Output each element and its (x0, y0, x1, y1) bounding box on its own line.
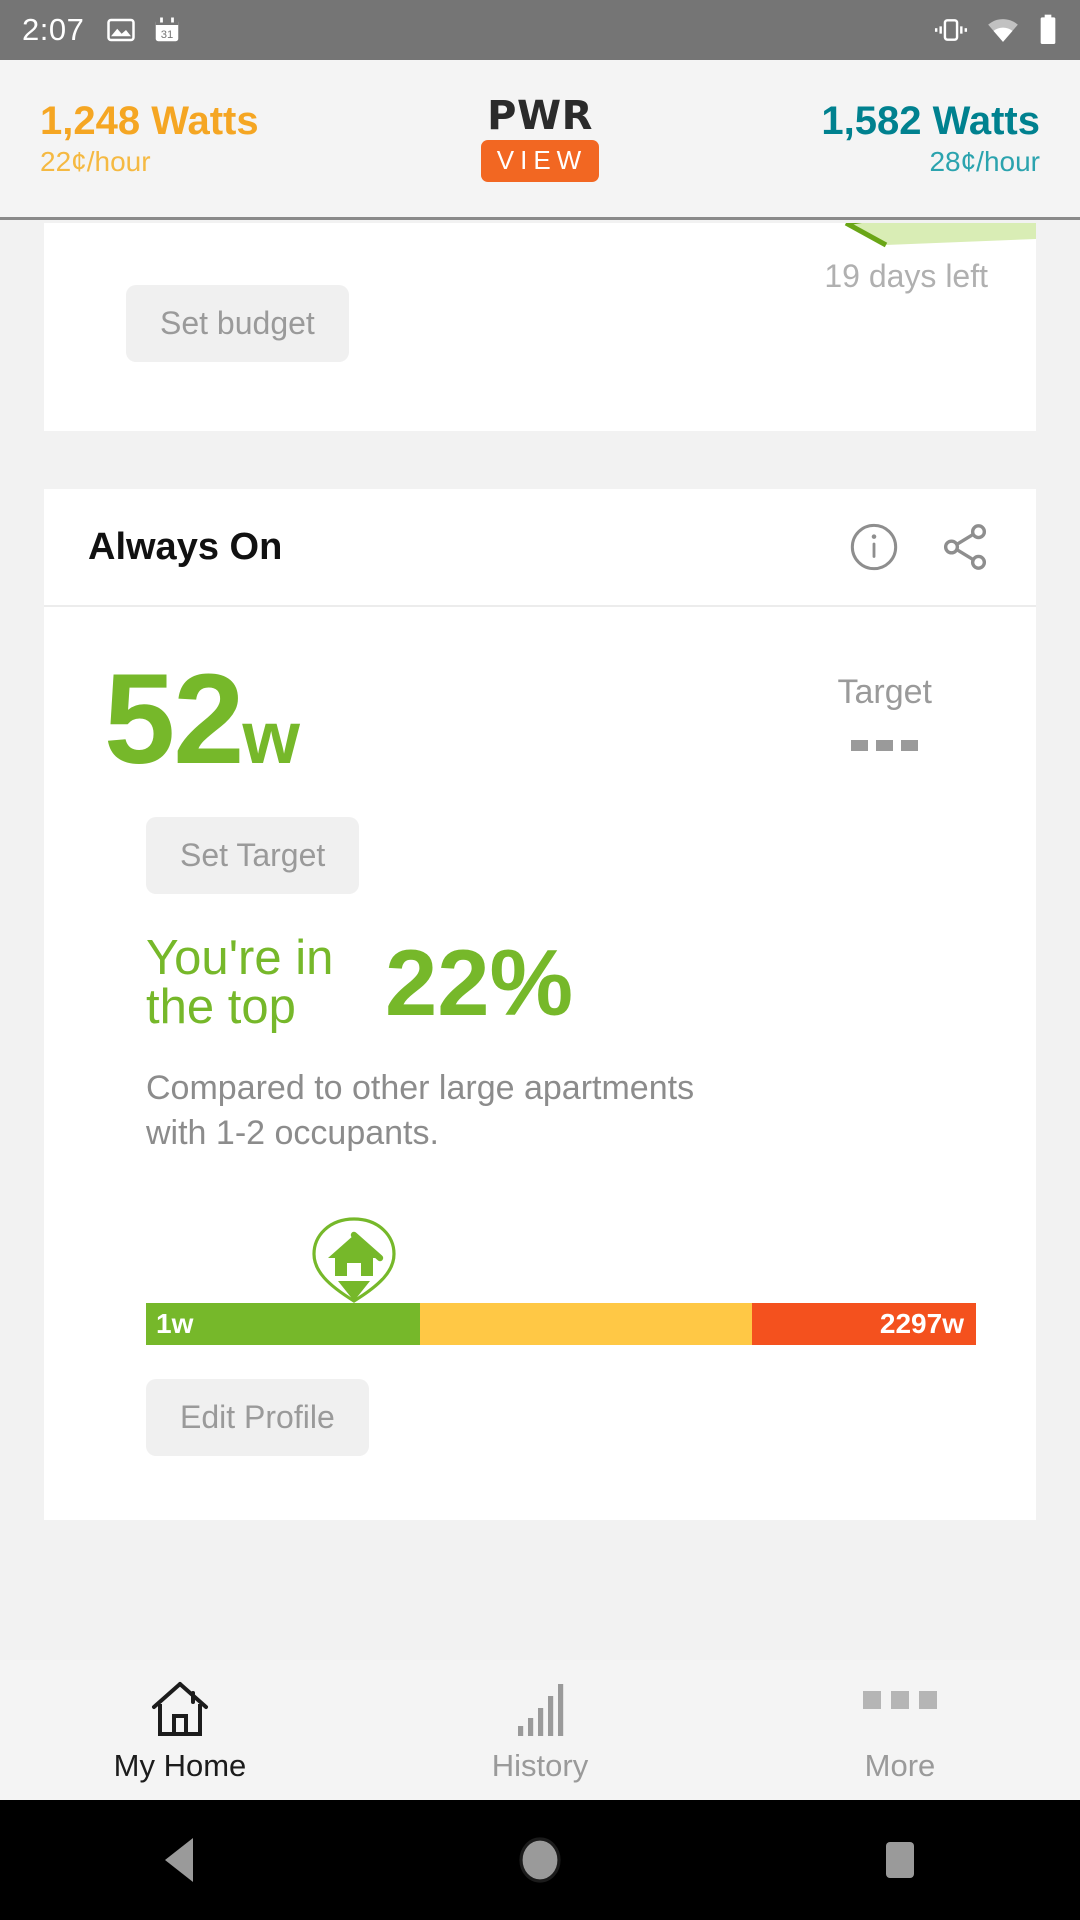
always-on-value-row: 52w Target (44, 607, 1036, 784)
logo-view-text: VIEW (481, 139, 599, 182)
more-dot (863, 1691, 881, 1709)
logo-pwr-text: PWR (487, 92, 593, 139)
bottom-navigation: My Home History More (0, 1660, 1080, 1800)
status-bar-clock: 2:07 (22, 12, 85, 47)
home-circle-icon (519, 1837, 561, 1883)
android-home-button[interactable] (360, 1834, 720, 1886)
target-block: Target (838, 659, 977, 751)
ranking-prefix-label: You're in the top (146, 930, 334, 1034)
recents-square-icon (886, 1842, 914, 1878)
nav-label-history: History (491, 1748, 589, 1783)
target-dash (851, 740, 869, 751)
target-label: Target (837, 673, 933, 711)
header-left-reading: 1,248 Watts 22¢/hour (40, 100, 259, 178)
battery-icon (1040, 14, 1056, 44)
status-bar-notification-icons: 31 (106, 15, 182, 45)
pwrview-logo: PWR VIEW (481, 96, 599, 182)
always-on-card: Always On 52w Target Set Target You're i… (44, 489, 1036, 1521)
bar-chart-icon (508, 1676, 572, 1740)
range-segment-medium (419, 1303, 752, 1346)
set-budget-button[interactable]: Set budget (126, 285, 349, 362)
comparison-description: Compared to other large apartments with … (146, 1068, 695, 1153)
nav-item-my-home[interactable]: My Home (0, 1660, 360, 1800)
android-back-button[interactable] (0, 1834, 360, 1886)
scroll-content[interactable]: 19 days left Set budget Always On 52w Ta… (0, 223, 1080, 1660)
status-bar-system-icons (934, 14, 1058, 46)
more-dot (919, 1691, 937, 1709)
share-icon[interactable] (938, 520, 992, 574)
more-dots-icon (863, 1676, 937, 1740)
svg-text:31: 31 (161, 29, 174, 41)
header-right-reading: 1,582 Watts 28¢/hour (821, 100, 1040, 178)
nav-item-more[interactable]: More (720, 1660, 1080, 1800)
set-target-button[interactable]: Set Target (146, 816, 360, 894)
vibrate-icon (934, 19, 968, 41)
nav-item-history[interactable]: History (360, 1660, 720, 1800)
budget-chart-clipped (736, 223, 1036, 263)
app-logo-wrap: PWR VIEW (259, 96, 822, 182)
always-on-title: Always On (88, 525, 283, 568)
header-right-rate: 28¢/hour (929, 145, 1040, 177)
usage-range-widget: 1w 2297w (44, 1213, 1036, 1346)
home-pin-marker (294, 1213, 414, 1304)
days-left-label: 19 days left (824, 258, 988, 294)
range-segment-low: 1w (146, 1303, 420, 1346)
android-recents-button[interactable] (720, 1836, 1080, 1884)
home-icon (148, 1676, 212, 1740)
target-value-placeholder (851, 740, 919, 751)
header-right-watts: 1,582 Watts (821, 98, 1040, 143)
card-gap (0, 431, 1080, 489)
back-triangle-icon (165, 1838, 193, 1882)
wifi-icon (988, 19, 1018, 42)
always-on-value-unit: w (242, 696, 300, 779)
always-on-value-number: 52 (104, 648, 244, 791)
edit-profile-button[interactable]: Edit Profile (146, 1379, 369, 1457)
android-navigation-bar (0, 1800, 1080, 1920)
budget-card: 19 days left Set budget (44, 223, 1036, 431)
nav-label-my-home: My Home (113, 1748, 247, 1783)
target-dash (901, 740, 919, 751)
header-left-watts: 1,248 Watts (40, 98, 259, 143)
card-header-actions (848, 520, 992, 574)
range-segment-high: 2297w (751, 1303, 976, 1346)
nav-label-more: More (864, 1748, 936, 1783)
ranking-percent: 22% (385, 929, 574, 1035)
range-min-label: 1w (156, 1308, 194, 1340)
usage-range-bar: 1w 2297w (146, 1303, 976, 1346)
header-left-rate: 22¢/hour (40, 145, 151, 177)
always-on-card-header: Always On (44, 489, 1036, 607)
more-dot (891, 1691, 909, 1709)
info-icon[interactable] (848, 521, 900, 573)
calendar-icon: 31 (156, 17, 179, 42)
range-max-label: 2297w (879, 1308, 964, 1340)
app-header: 1,248 Watts 22¢/hour PWR VIEW 1,582 Watt… (0, 60, 1080, 220)
target-dash (876, 740, 894, 751)
app-screen: 2:07 31 1,248 Watts 22¢/hour PWR VIEW 1,… (0, 0, 1080, 1920)
image-icon (107, 18, 136, 42)
always-on-value: 52w (104, 656, 300, 784)
status-bar: 2:07 31 (0, 0, 1080, 60)
ranking-row: You're in the top 22% (44, 894, 1036, 1032)
